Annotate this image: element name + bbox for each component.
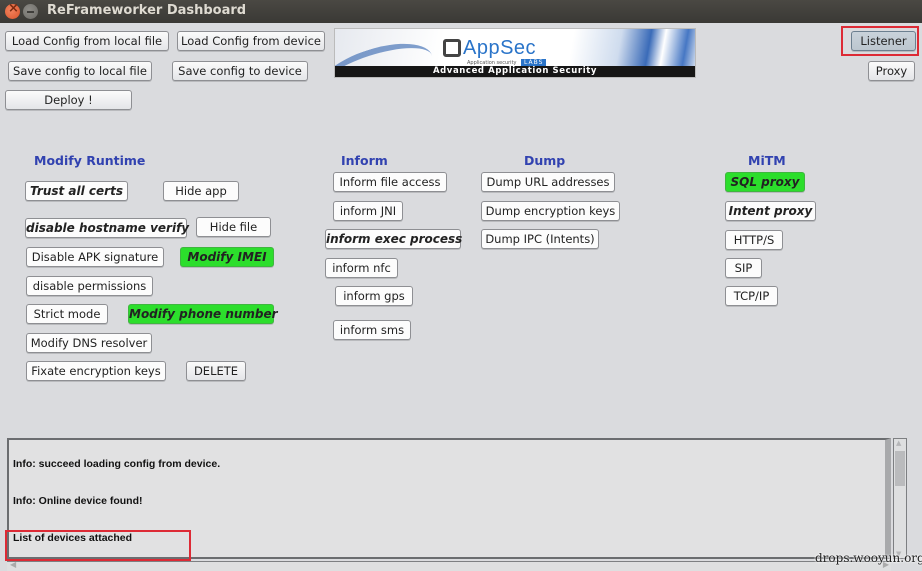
delete-button[interactable]: DELETE bbox=[186, 361, 246, 381]
inform-gps-button[interactable]: inform gps bbox=[335, 286, 413, 306]
watermark: drops.wooyun.org bbox=[815, 551, 922, 565]
listener-button[interactable]: Listener bbox=[851, 31, 916, 51]
https-button[interactable]: HTTP/S bbox=[725, 230, 783, 250]
title-bar: ReFrameworker Dashboard bbox=[0, 0, 922, 23]
trust-all-certs-button[interactable]: Trust all certs bbox=[25, 181, 128, 201]
save-config-device-button[interactable]: Save config to device bbox=[172, 61, 308, 81]
console-line: Info: Online device found! bbox=[13, 495, 143, 508]
console-line: Info: succeed loading config from device… bbox=[13, 458, 221, 471]
modify-runtime-title: Modify Runtime bbox=[34, 153, 146, 168]
strict-mode-button[interactable]: Strict mode bbox=[26, 304, 108, 324]
banner-strip: Advanced Application Security bbox=[335, 66, 695, 77]
load-config-device-button[interactable]: Load Config from device bbox=[177, 31, 325, 51]
deploy-button[interactable]: Deploy ! bbox=[5, 90, 132, 110]
banner-labs: LABS bbox=[521, 59, 547, 66]
inform-jni-button[interactable]: inform JNI bbox=[333, 201, 403, 221]
scroll-up-icon[interactable]: ▲ bbox=[896, 439, 901, 447]
disable-apk-signature-button[interactable]: Disable APK signature bbox=[26, 247, 164, 267]
disable-hostname-verify-button[interactable]: disable hostname verify bbox=[25, 218, 189, 238]
modify-imei-button[interactable]: Modify IMEI bbox=[180, 247, 274, 267]
fixate-encryption-keys-button[interactable]: Fixate encryption keys bbox=[26, 361, 166, 381]
banner-brand: AppSec bbox=[463, 37, 537, 59]
dump-ipc-intents-button[interactable]: Dump IPC (Intents) bbox=[481, 229, 599, 249]
inform-nfc-button[interactable]: inform nfc bbox=[325, 258, 398, 278]
proxy-button[interactable]: Proxy bbox=[868, 61, 915, 81]
scroll-left-icon[interactable]: ◀ bbox=[10, 560, 16, 569]
tcpip-button[interactable]: TCP/IP bbox=[725, 286, 778, 306]
inform-file-access-button[interactable]: Inform file access bbox=[333, 172, 447, 192]
console-vertical-scrollbar[interactable]: ▲ ▼ bbox=[893, 438, 907, 559]
mitm-title: MiTM bbox=[748, 153, 786, 168]
disable-permissions-button[interactable]: disable permissions bbox=[26, 276, 153, 296]
close-icon[interactable] bbox=[5, 1, 20, 19]
dump-url-addresses-button[interactable]: Dump URL addresses bbox=[481, 172, 615, 192]
dump-encryption-keys-button[interactable]: Dump encryption keys bbox=[481, 201, 620, 221]
inform-title: Inform bbox=[341, 153, 388, 168]
load-config-local-button[interactable]: Load Config from local file bbox=[5, 31, 169, 51]
console-line: List of devices attached bbox=[13, 531, 133, 544]
scrollbar-thumb[interactable] bbox=[895, 451, 905, 486]
modify-phone-number-button[interactable]: Modify phone number bbox=[128, 304, 278, 324]
sip-button[interactable]: SIP bbox=[725, 258, 762, 278]
hide-app-button[interactable]: Hide app bbox=[163, 181, 239, 201]
console-horizontal-scrollbar[interactable]: ◀ ▶ bbox=[7, 560, 891, 571]
save-config-local-button[interactable]: Save config to local file bbox=[8, 61, 152, 81]
modify-dns-resolver-button[interactable]: Modify DNS resolver bbox=[26, 333, 152, 353]
intent-proxy-button[interactable]: Intent proxy bbox=[725, 201, 816, 221]
console-lines: Info: succeed loading config from device… bbox=[13, 440, 221, 557]
inform-sms-button[interactable]: inform sms bbox=[333, 320, 411, 340]
appsec-logo-icon bbox=[443, 39, 461, 57]
console-log[interactable]: Info: succeed loading config from device… bbox=[7, 438, 891, 559]
appsec-banner: AppSec Application security LABS Advance… bbox=[334, 28, 696, 78]
minimize-icon[interactable] bbox=[23, 4, 38, 19]
hide-file-button[interactable]: Hide file bbox=[196, 217, 271, 237]
inform-exec-process-button[interactable]: inform exec process bbox=[325, 229, 462, 249]
sql-proxy-button[interactable]: SQL proxy bbox=[725, 172, 805, 192]
window-title: ReFrameworker Dashboard bbox=[47, 3, 247, 18]
dump-title: Dump bbox=[524, 153, 566, 168]
